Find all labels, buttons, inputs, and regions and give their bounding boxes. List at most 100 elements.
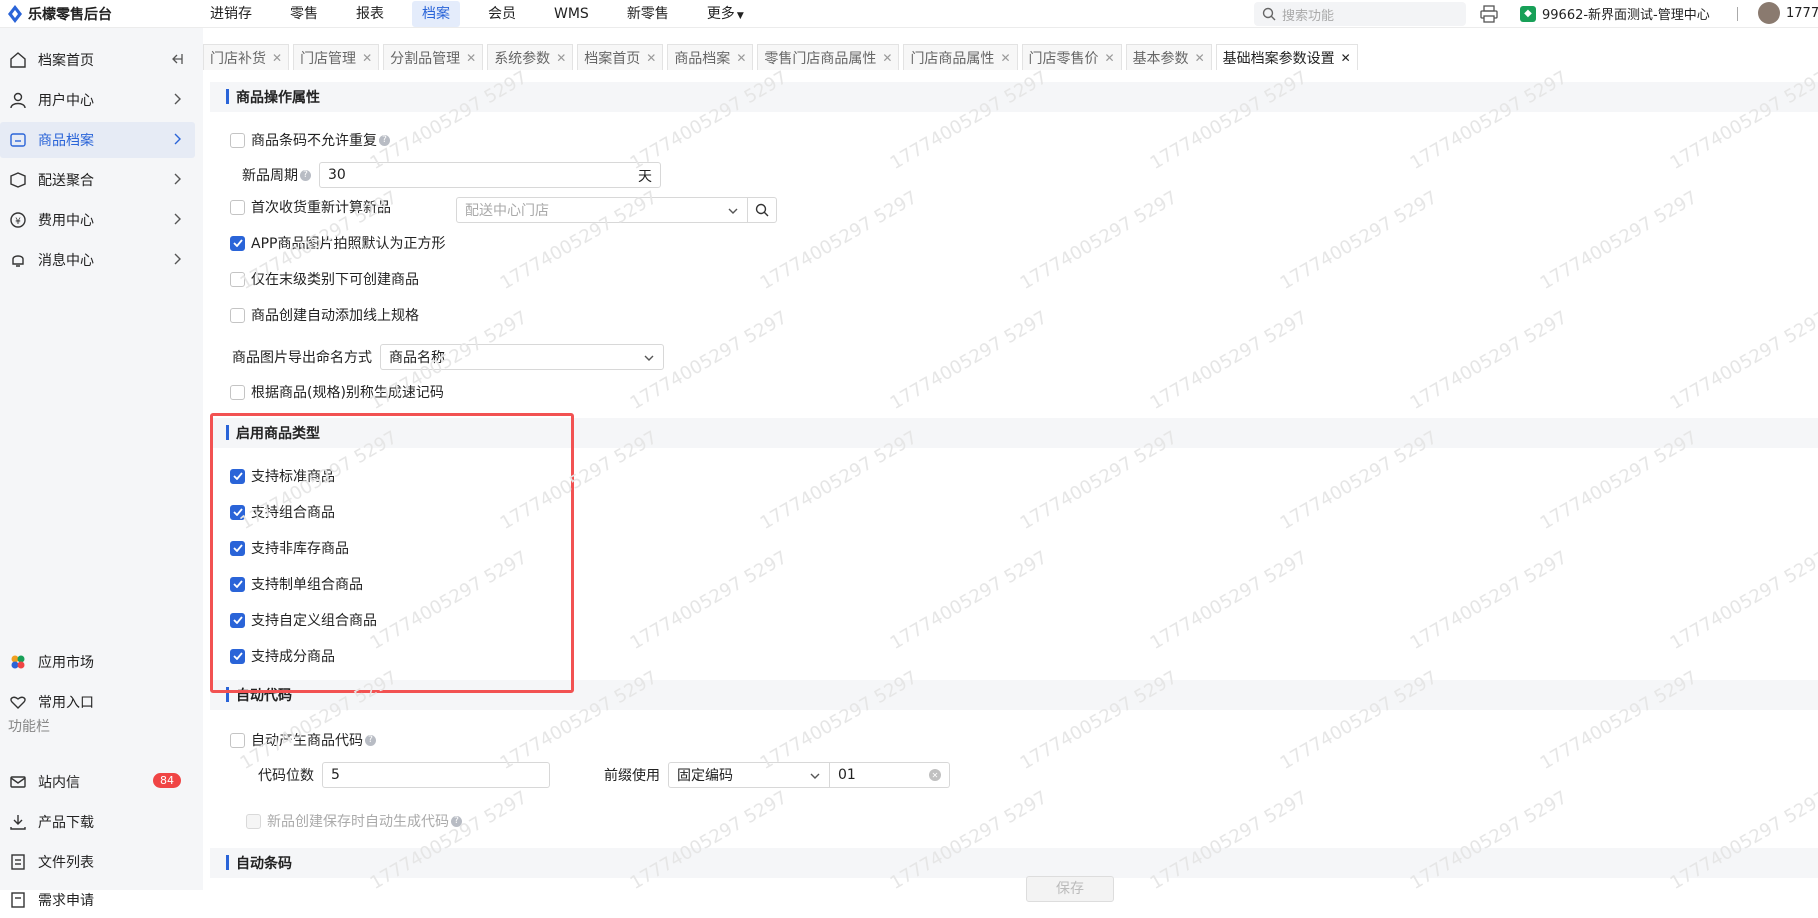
tab-basic-params[interactable]: 基本参数 ✕ — [1125, 44, 1212, 70]
sidebar-item-label: 消息中心 — [38, 253, 94, 269]
clear-icon[interactable]: ✕ — [929, 769, 941, 781]
sidebar-item-messages[interactable]: 消息中心 — [0, 242, 195, 278]
help-icon[interactable]: ? — [379, 134, 390, 146]
close-icon[interactable]: ✕ — [466, 51, 476, 65]
section-header-product-ops: 商品操作属性 — [210, 82, 1818, 112]
tab-label: 基本参数 — [1132, 50, 1189, 67]
app-logo[interactable]: 乐檬零售后台 — [8, 4, 112, 24]
collapse-sidebar-icon[interactable] — [169, 52, 183, 70]
option-quick-code[interactable]: 根据商品(规格)别称生成速记码 — [230, 382, 444, 402]
tab-system-params[interactable]: 系统参数 ✕ — [487, 44, 574, 70]
sidebar-item-expense[interactable]: ¥ 费用中心 — [0, 202, 195, 238]
checkbox[interactable] — [230, 199, 245, 215]
user-menu[interactable]: 1777 — [1758, 2, 1818, 24]
field-label: 商品图片导出命名方式 — [232, 350, 372, 366]
nav-item-wms[interactable]: WMS — [544, 1, 599, 27]
product-icon — [8, 130, 28, 150]
bell-icon — [8, 250, 28, 270]
sidebar-item-label: 应用市场 — [38, 655, 94, 671]
close-icon[interactable]: ✕ — [362, 51, 372, 65]
nav-item-retail[interactable]: 零售 — [280, 1, 328, 27]
help-icon[interactable]: ? — [451, 815, 462, 827]
center-store-select[interactable]: 配送中心门店 — [456, 197, 748, 223]
store-selector[interactable]: ◆ 99662-新界面测试-管理中心 — [1520, 4, 1710, 23]
checkbox[interactable] — [230, 307, 245, 323]
tab-store-retail-price[interactable]: 门店零售价 ✕ — [1021, 44, 1122, 70]
prefix-value-input[interactable]: 01 ✕ — [830, 762, 950, 788]
checkbox[interactable] — [230, 271, 245, 287]
image-export-select[interactable]: 商品名称 — [380, 344, 664, 370]
tab-store-product-attr[interactable]: 门店商品属性 ✕ — [903, 44, 1018, 70]
close-icon[interactable]: ✕ — [272, 51, 282, 65]
close-icon[interactable]: ✕ — [1195, 51, 1205, 65]
user-icon — [8, 90, 28, 110]
help-icon[interactable]: ? — [300, 169, 311, 181]
nav-item-member[interactable]: 会员 — [478, 1, 526, 27]
nav-item-more[interactable]: 更多 ▼ — [697, 1, 754, 27]
field-label: 前缀使用 — [604, 768, 660, 784]
center-store-search-button[interactable] — [747, 197, 777, 223]
checkbox[interactable] — [230, 132, 245, 148]
option-barcode-unique[interactable]: 商品条码不允许重复 ? — [230, 130, 390, 150]
prefix-type-select[interactable]: 固定编码 — [668, 762, 830, 788]
select-value: 商品名称 — [389, 350, 445, 366]
checkbox[interactable] — [230, 384, 245, 400]
option-auto-code[interactable]: 自动产生商品代码 ? — [230, 730, 376, 750]
close-icon[interactable]: ✕ — [556, 51, 566, 65]
close-icon[interactable]: ✕ — [1105, 51, 1115, 65]
sidebar-item-product-archive[interactable]: 商品档案 — [0, 122, 195, 158]
select-value: 固定编码 — [677, 768, 733, 784]
tab-store-manage[interactable]: 门店管理 ✕ — [293, 44, 380, 70]
sidebar-item-label: 配送聚合 — [38, 173, 94, 189]
nav-item-reports[interactable]: 报表 — [346, 1, 394, 27]
tab-archive-home[interactable]: 档案首页 ✕ — [577, 44, 664, 70]
checkbox-checked[interactable] — [230, 235, 245, 251]
nav-item-new-retail[interactable]: 新零售 — [617, 1, 679, 27]
sidebar-item-favorites[interactable]: 常用入口 — [0, 684, 195, 720]
close-icon[interactable]: ✕ — [646, 51, 656, 65]
save-button[interactable]: 保存 — [1026, 876, 1114, 902]
option-first-receive[interactable]: 首次收货重新计算新品 — [230, 197, 391, 217]
sidebar-item-label: 需求申请 — [38, 893, 94, 909]
tab-split-product[interactable]: 分割品管理 ✕ — [383, 44, 484, 70]
sidebar-item-request[interactable]: 需求申请 — [0, 882, 195, 918]
new-period-input[interactable]: 30 天 — [319, 162, 661, 188]
help-icon[interactable]: ? — [365, 734, 376, 746]
printer-icon[interactable] — [1480, 5, 1498, 23]
sidebar-item-archive-home[interactable]: 档案首页 — [0, 42, 195, 78]
sidebar-item-delivery[interactable]: 配送聚合 — [0, 162, 195, 198]
code-digits-input[interactable]: 5 — [322, 762, 550, 788]
tab-label: 基础档案参数设置 — [1222, 50, 1335, 67]
nav-item-archive[interactable]: 档案 — [412, 1, 460, 27]
sidebar-item-download[interactable]: 产品下载 — [0, 804, 195, 840]
tab-label: 门店管理 — [300, 50, 357, 67]
sidebar-item-file-list[interactable]: 文件列表 — [0, 844, 195, 880]
chevron-right-icon — [171, 212, 183, 230]
input-value: 5 — [331, 767, 340, 783]
option-auto-online-spec[interactable]: 商品创建自动添加线上规格 — [230, 305, 419, 325]
option-app-photo-square[interactable]: APP商品图片拍照默认为正方形 — [230, 233, 445, 253]
checkbox[interactable] — [230, 732, 245, 748]
chevron-right-icon — [171, 132, 183, 150]
sidebar-item-inbox[interactable]: 站内信 84 — [0, 764, 195, 800]
close-icon[interactable]: ✕ — [736, 51, 746, 65]
sidebar: 档案首页 用户中心 商品档案 配送聚合 ¥ 费用中心 消息中心 应用市场 常用入… — [0, 28, 203, 909]
sidebar-item-app-market[interactable]: 应用市场 — [0, 644, 195, 680]
tab-retail-store-product-attr[interactable]: 零售门店商品属性 ✕ — [757, 44, 900, 70]
close-icon[interactable]: ✕ — [882, 51, 892, 65]
option-label: 仅在末级类别下可创建商品 — [251, 272, 419, 288]
search-placeholder: 搜索功能 — [1282, 8, 1335, 24]
search-input[interactable]: 搜索功能 — [1254, 2, 1466, 26]
sidebar-item-label: 费用中心 — [38, 213, 94, 229]
close-icon[interactable]: ✕ — [1341, 51, 1351, 65]
close-icon[interactable]: ✕ — [1000, 51, 1010, 65]
svg-text:¥: ¥ — [15, 217, 21, 227]
sidebar-item-user-center[interactable]: 用户中心 — [0, 82, 195, 118]
nav-item-inventory[interactable]: 进销存 — [200, 1, 262, 27]
request-icon — [8, 890, 28, 910]
option-leaf-only[interactable]: 仅在末级类别下可创建商品 — [230, 269, 419, 289]
unread-count-badge: 84 — [153, 773, 181, 788]
tab-store-replenish[interactable]: 门店补货 ✕ — [203, 44, 290, 70]
tab-archive-param-settings[interactable]: 基础档案参数设置 ✕ — [1215, 44, 1358, 70]
tab-product-archive[interactable]: 商品档案 ✕ — [667, 44, 754, 70]
